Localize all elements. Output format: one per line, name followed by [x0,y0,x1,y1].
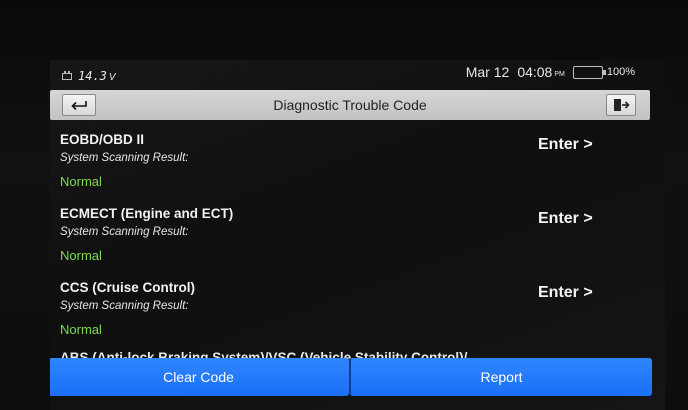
exit-door-icon [614,99,630,111]
exit-button[interactable] [606,94,636,116]
scan-result-label: System Scanning Result: [60,226,189,238]
system-name: CCS (Cruise Control) [60,280,195,295]
status-bar: 14.3 V Mar 12 04:08 PM 100% [50,60,665,88]
page-title: Diagnostic Trouble Code [273,97,427,113]
voltage-readout: 14.3 V [62,69,116,83]
status-time: 04:08 [517,64,553,80]
clear-code-button[interactable]: Clear Code [50,358,349,396]
enter-button[interactable]: Enter > [538,136,593,154]
voltage-value: 14.3 [78,69,107,83]
car-battery-icon [62,70,72,80]
voltage-unit: V [108,71,116,83]
status-date: Mar 12 [465,64,510,80]
action-bar: Clear Code Report [50,358,652,396]
enter-button[interactable]: Enter > [538,284,593,302]
system-name: ECMECT (Engine and ECT) [60,206,234,221]
report-button[interactable]: Report [349,358,652,396]
device-screen: 14.3 V Mar 12 04:08 PM 100% Diagnostic T… [50,60,665,410]
status-right: Mar 12 04:08 PM 100% [466,64,635,80]
battery-icon [572,65,606,79]
battery-percent: 100% [606,66,635,78]
scan-result-label: System Scanning Result: [60,152,189,164]
system-item: EOBD/OBD II System Scanning Result: Norm… [50,132,650,202]
scan-result-label: System Scanning Result: [60,300,189,312]
system-name: EOBD/OBD II [60,132,145,147]
scan-result-value: Normal [60,322,102,337]
title-bar: Diagnostic Trouble Code [50,90,650,120]
enter-button[interactable]: Enter > [538,210,593,228]
system-item: ECMECT (Engine and ECT) System Scanning … [50,206,650,276]
status-ampm: PM [554,70,565,78]
scan-result-value: Normal [60,248,102,263]
device-bezel: 14.3 V Mar 12 04:08 PM 100% Diagnostic T… [0,0,688,410]
system-item: CCS (Cruise Control) System Scanning Res… [50,280,650,350]
scan-result-value: Normal [60,174,102,189]
